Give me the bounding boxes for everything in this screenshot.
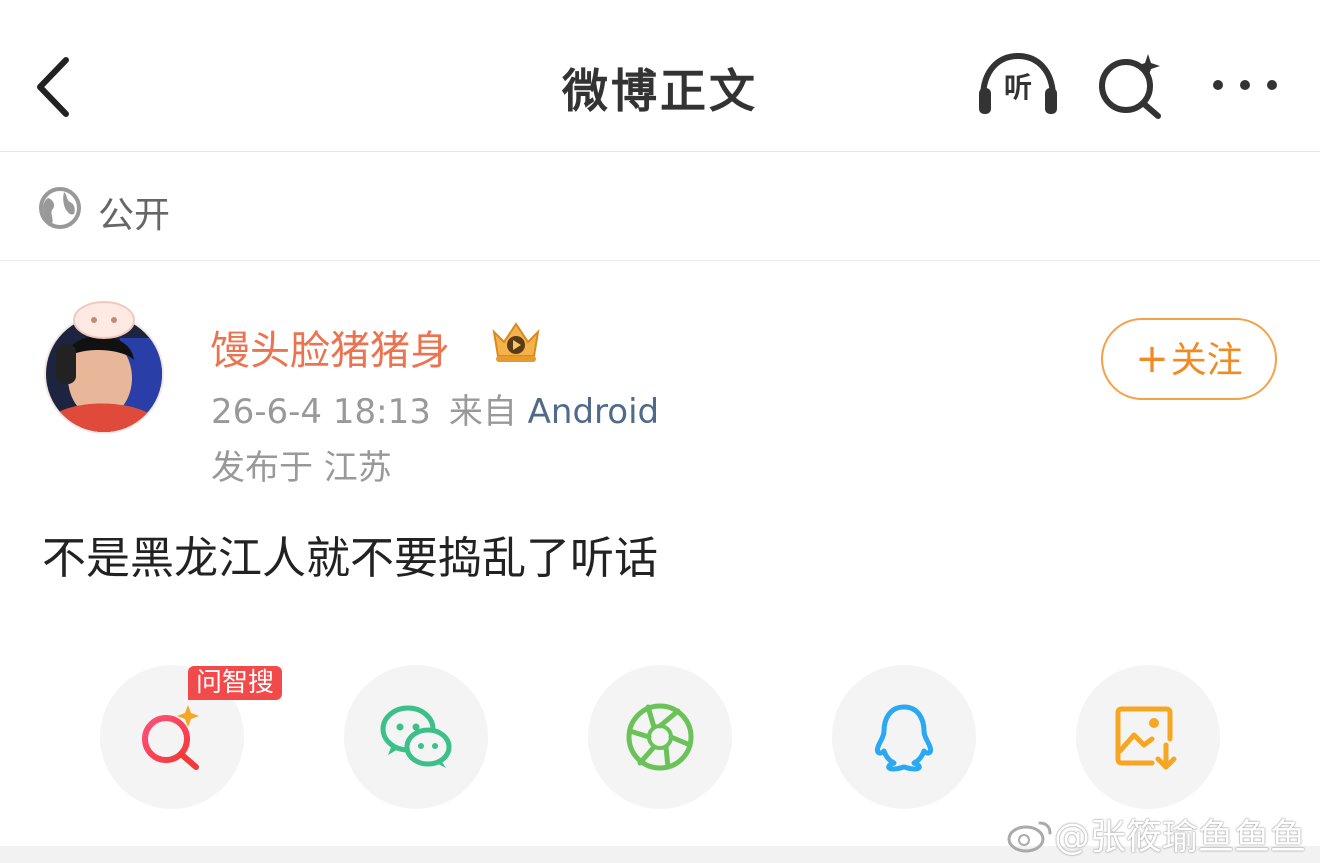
watermark-text: @张筱瑜鱼鱼鱼 (1053, 817, 1306, 858)
watermark: @张筱瑜鱼鱼鱼 (1006, 808, 1306, 860)
visibility-label: 公开 (98, 195, 171, 236)
visibility-bar (0, 153, 1320, 261)
follow-label: 关注 (1170, 340, 1243, 381)
listen-button[interactable]: 听 (975, 52, 1061, 118)
ai-search-badge: 问智搜 (188, 666, 283, 700)
ai-search-icon (142, 705, 199, 770)
share-qq-button[interactable] (832, 665, 976, 809)
share-moments-button[interactable] (588, 665, 732, 809)
post-meta: 26-6-4 18:13 来自 Android (211, 384, 659, 433)
more-button[interactable] (1208, 62, 1282, 108)
share-wechat-button[interactable] (344, 665, 488, 809)
top-nav-bar: 微博正文 听 (0, 0, 1320, 152)
post-time: 26-6-4 18:13 (211, 392, 431, 432)
source-client-link[interactable]: Android (528, 392, 659, 432)
save-image-button[interactable] (1076, 665, 1220, 809)
more-dots-icon (1213, 80, 1277, 90)
post-location: 发布于 江苏 (211, 448, 392, 488)
follow-button[interactable]: +关注 (1101, 318, 1277, 400)
avatar[interactable] (30, 298, 176, 434)
avatar-image (44, 301, 164, 434)
weibo-logo-icon (1007, 821, 1052, 853)
weibo-post-page: 微博正文 听 公开 馒头脸猪猪身 26-6-4 18:13 来自 Android… (0, 0, 1320, 863)
qq-icon (875, 704, 933, 772)
wechat-icon (380, 705, 452, 768)
source-prefix: 来自 (448, 392, 517, 432)
listen-label: 听 (1003, 71, 1032, 104)
globe-icon (39, 187, 81, 229)
sparkle-search-icon (1099, 54, 1161, 119)
moments-icon (626, 703, 694, 771)
post-content: 不是黑龙江人就不要捣乱了听话 (42, 533, 658, 584)
save-image-icon (1115, 706, 1177, 770)
ai-search-button[interactable] (1096, 50, 1166, 120)
crown-badge-icon (492, 322, 540, 362)
username[interactable]: 馒头脸猪猪身 (210, 318, 450, 376)
plus-icon: + (1135, 336, 1169, 382)
